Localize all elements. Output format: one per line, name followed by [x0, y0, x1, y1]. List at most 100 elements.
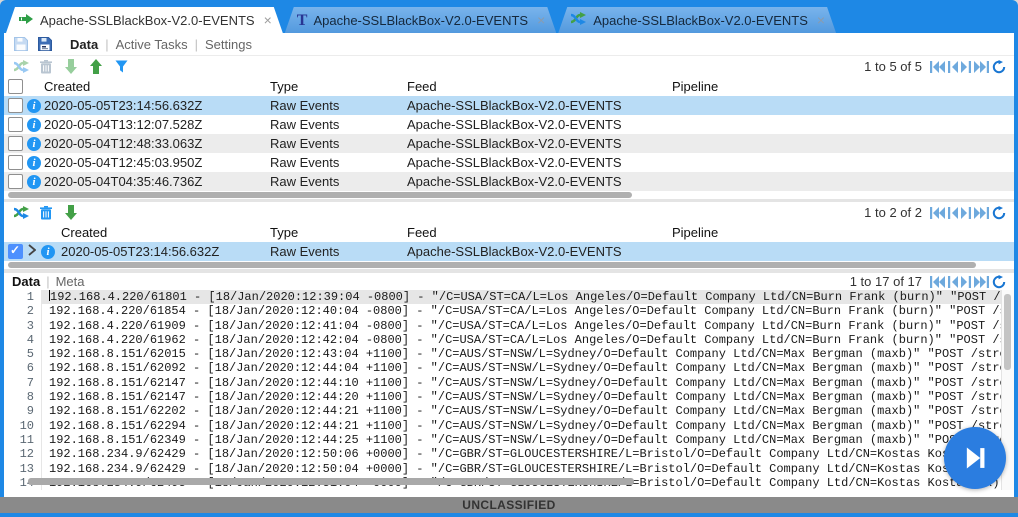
process-icon[interactable] [12, 58, 30, 76]
log-line: 12192.168.234.9/62429 - [18/Jan/2020:12:… [4, 447, 1014, 461]
cell-created: 2020-05-05T23:14:56.632Z [57, 244, 266, 259]
next-page-icon[interactable] [961, 276, 971, 288]
save-button[interactable] [12, 35, 30, 53]
next-page-icon[interactable] [961, 61, 971, 73]
row-select-cell: i [4, 98, 40, 113]
last-page-icon[interactable] [974, 207, 989, 219]
cell-feed: Apache-SSLBlackBox-V2.0-EVENTS [403, 244, 668, 259]
log-line-text: 192.168.8.151/62015 - [18/Jan/2020:12:43… [42, 347, 1014, 361]
cell-feed: Apache-SSLBlackBox-V2.0-EVENTS [403, 117, 668, 132]
tab-close-icon[interactable]: × [536, 12, 546, 28]
tab-close-icon[interactable]: × [263, 12, 273, 28]
table-row[interactable]: i2020-05-04T12:45:03.950ZRaw EventsApach… [4, 153, 1014, 172]
log-line-number: 13 [4, 462, 42, 476]
filter-icon[interactable] [112, 58, 130, 76]
prev-page-icon[interactable] [948, 61, 958, 73]
menu-item-active-tasks[interactable]: Active Tasks [116, 37, 188, 52]
info-icon[interactable]: i [27, 137, 41, 151]
row-checkbox[interactable] [8, 244, 23, 259]
menu-separator: | [105, 37, 108, 52]
log-line-text: 192.168.8.151/62092 - [18/Jan/2020:12:44… [42, 361, 1014, 375]
expand-chevron-icon[interactable] [28, 244, 36, 259]
info-icon[interactable]: i [27, 99, 41, 113]
stream-hscroll-thumb[interactable] [8, 192, 632, 198]
row-checkbox[interactable] [8, 117, 23, 132]
next-page-icon[interactable] [961, 207, 971, 219]
table-row[interactable]: i2020-05-05T23:14:56.632ZRaw EventsApach… [4, 242, 1014, 261]
upload-icon[interactable] [87, 58, 105, 76]
detail-pager: 1 to 2 of 2 [864, 205, 1006, 220]
download-icon[interactable] [62, 204, 80, 222]
tab-bar: Apache-SSLBlackBox-V2.0-EVENTS×TApache-S… [0, 4, 1018, 33]
cell-created: 2020-05-04T12:45:03.950Z [40, 155, 266, 170]
row-checkbox[interactable] [8, 174, 23, 189]
data-panel-tab-data[interactable]: Data [12, 274, 40, 289]
delete-icon[interactable] [37, 204, 55, 222]
app-window: Apache-SSLBlackBox-V2.0-EVENTS×TApache-S… [0, 0, 1018, 517]
cell-created: 2020-05-05T23:14:56.632Z [40, 98, 266, 113]
refresh-icon[interactable] [992, 60, 1006, 74]
prev-page-icon[interactable] [948, 276, 958, 288]
detail-page-range: 1 to 2 of 2 [864, 205, 922, 220]
data-panel-tab-meta[interactable]: Meta [56, 274, 85, 289]
log-line: 11192.168.8.151/62349 - [18/Jan/2020:12:… [4, 433, 1014, 447]
log-line-text: 192.168.8.151/62294 - [18/Jan/2020:12:44… [42, 419, 1014, 433]
row-select-cell: i [4, 155, 40, 170]
detail-hscroll-thumb[interactable] [8, 262, 976, 268]
delete-icon[interactable] [37, 58, 55, 76]
tab-close-icon[interactable]: × [816, 12, 826, 28]
tab-1-apache-events[interactable]: Apache-SSLBlackBox-V2.0-EVENTS× [6, 7, 283, 33]
log-hscroll-thumb[interactable] [28, 478, 634, 485]
menu-item-data[interactable]: Data [70, 37, 98, 52]
stream-hscrollbar [4, 191, 1014, 199]
refresh-icon[interactable] [992, 275, 1006, 289]
save-as-button[interactable] [36, 35, 54, 53]
step-forward-button[interactable] [944, 427, 1006, 489]
info-icon[interactable]: i [27, 156, 41, 170]
table-row[interactable]: i2020-05-04T13:12:07.528ZRaw EventsApach… [4, 115, 1014, 134]
cell-type: Raw Events [266, 117, 403, 132]
row-checkbox[interactable] [8, 136, 23, 151]
tab-2-apache-events[interactable]: TApache-SSLBlackBox-V2.0-EVENTS× [285, 7, 556, 33]
first-page-icon[interactable] [930, 276, 945, 288]
detail-table: i2020-05-05T23:14:56.632ZRaw EventsApach… [4, 242, 1014, 261]
info-icon[interactable]: i [27, 118, 41, 132]
log-line-text: 192.168.4.220/61962 - [18/Jan/2020:12:42… [42, 333, 1014, 347]
tab-label: Apache-SSLBlackBox-V2.0-EVENTS [313, 13, 528, 28]
menu-item-settings[interactable]: Settings [205, 37, 252, 52]
last-page-icon[interactable] [974, 276, 989, 288]
table-row[interactable]: i2020-05-04T12:48:33.063ZRaw EventsApach… [4, 134, 1014, 153]
download-icon[interactable] [62, 58, 80, 76]
cell-feed: Apache-SSLBlackBox-V2.0-EVENTS [403, 136, 668, 151]
first-page-icon[interactable] [930, 207, 945, 219]
stream-toolbar: 1 to 5 of 5 [4, 56, 1014, 77]
first-page-icon[interactable] [930, 61, 945, 73]
info-icon[interactable]: i [41, 245, 55, 259]
refresh-icon[interactable] [992, 206, 1006, 220]
tab-3-apache-events[interactable]: Apache-SSLBlackBox-V2.0-EVENTS× [558, 7, 836, 33]
table-row[interactable]: i2020-05-04T04:35:46.736ZRaw EventsApach… [4, 172, 1014, 191]
row-select-cell: i [4, 174, 40, 189]
table-row[interactable]: i2020-05-05T23:14:56.632ZRaw EventsApach… [4, 96, 1014, 115]
data-pager: 1 to 17 of 17 [850, 274, 1006, 289]
row-checkbox[interactable] [8, 98, 23, 113]
log-line-number: 3 [4, 319, 42, 333]
cell-created: 2020-05-04T13:12:07.528Z [40, 117, 266, 132]
prev-page-icon[interactable] [948, 207, 958, 219]
info-icon[interactable]: i [27, 175, 41, 189]
feed-menu: Data|Active Tasks|Settings [70, 37, 252, 52]
log-line-text: 192.168.4.220/61801 - [18/Jan/2020:12:39… [42, 290, 1014, 304]
column-header-type: Type [266, 225, 403, 240]
last-page-icon[interactable] [974, 61, 989, 73]
select-all-checkbox[interactable] [8, 79, 23, 94]
stream-pager: 1 to 5 of 5 [864, 59, 1006, 74]
row-checkbox[interactable] [8, 155, 23, 170]
log-hscrollbar [4, 478, 1000, 486]
stream-page-range: 1 to 5 of 5 [864, 59, 922, 74]
process-icon[interactable] [12, 204, 30, 222]
detail-table-header: Created Type Feed Pipeline [4, 223, 1014, 242]
log-vscroll-thumb[interactable] [1004, 294, 1011, 370]
detail-hscrollbar [4, 261, 1014, 269]
log-line-text: 192.168.8.151/62147 - [18/Jan/2020:12:44… [42, 376, 1014, 390]
log-line: 3192.168.4.220/61909 - [18/Jan/2020:12:4… [4, 319, 1014, 333]
